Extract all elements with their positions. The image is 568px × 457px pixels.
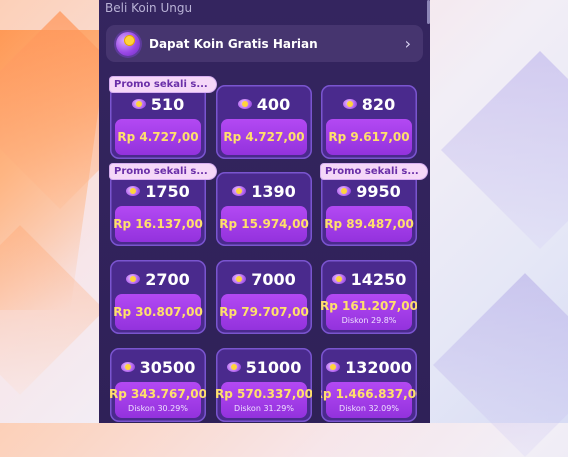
- coin-amount-value: 51000: [245, 357, 302, 377]
- price-button[interactable]: Rp 4.727,00: [221, 119, 307, 155]
- coin-package-card[interactable]: 2700 Rp 30.807,00: [110, 260, 206, 334]
- coin-amount: 51000: [216, 354, 312, 380]
- price-button[interactable]: Rp 9.617,00: [326, 119, 412, 155]
- coin-package-card[interactable]: 51000 Rp 570.337,00 Diskon 31.29%: [216, 348, 312, 422]
- price-button[interactable]: Rp 79.707,00: [219, 294, 309, 330]
- coin-package-card[interactable]: 9950 Rp 89.487,00: [321, 172, 417, 246]
- purple-coin-icon: [326, 362, 341, 372]
- coin-amount-value: 400: [256, 94, 291, 114]
- coin-amount-value: 14250: [350, 269, 407, 289]
- price-label: Rp 79.707,00: [219, 305, 309, 319]
- price-label: Rp 9.617,00: [328, 130, 410, 144]
- purple-coin-icon: [232, 274, 247, 284]
- price-button[interactable]: Rp 16.137,00: [113, 206, 203, 242]
- purple-coin-icon: [126, 274, 141, 284]
- coin-amount-value: 132000: [345, 357, 412, 377]
- price-label: Rp 343.767,00: [110, 387, 206, 401]
- promo-tag: Promo sekali s...: [321, 164, 427, 179]
- purple-coin-icon: [232, 186, 247, 196]
- discount-label: Diskon 31.29%: [234, 404, 294, 413]
- section-title: Beli Koin Ungu: [105, 1, 193, 15]
- coin-amount-value: 1390: [251, 181, 296, 201]
- coin-amount: 510: [110, 91, 206, 117]
- coin-amount: 9950: [321, 178, 417, 204]
- coin-amount: 14250: [321, 266, 417, 292]
- coin-amount-value: 30500: [139, 357, 196, 377]
- promo-tag: Promo sekali s...: [110, 77, 216, 92]
- discount-label: Diskon 32.09%: [339, 404, 399, 413]
- coin-amount-value: 9950: [356, 181, 401, 201]
- coin-package-card[interactable]: 1750 Rp 16.137,00: [110, 172, 206, 246]
- coin-amount: 132000: [321, 354, 417, 380]
- price-label: Rp 1.466.837,00: [321, 387, 417, 401]
- daily-free-coins-banner[interactable]: Dapat Koin Gratis Harian ›: [106, 25, 423, 62]
- price-button[interactable]: Rp 89.487,00: [324, 206, 414, 242]
- price-button[interactable]: Rp 30.807,00: [113, 294, 203, 330]
- banner-label: Dapat Koin Gratis Harian: [149, 36, 318, 51]
- price-button[interactable]: Rp 343.767,00 Diskon 30.29%: [110, 382, 206, 418]
- coin-amount: 30500: [110, 354, 206, 380]
- coin-amount: 1390: [216, 178, 312, 204]
- coin-amount-value: 820: [361, 94, 396, 114]
- purple-coin-icon: [237, 99, 252, 109]
- coin-amount-value: 510: [150, 94, 185, 114]
- price-button[interactable]: Rp 15.974,00: [219, 206, 309, 242]
- discount-label: Diskon 29.8%: [341, 316, 397, 325]
- coin-amount: 1750: [110, 178, 206, 204]
- price-label: Rp 16.137,00: [113, 217, 203, 231]
- price-label: Rp 30.807,00: [113, 305, 203, 319]
- coin-amount: 7000: [216, 266, 312, 292]
- price-label: Rp 4.727,00: [223, 130, 305, 144]
- purple-coin-icon: [120, 362, 135, 372]
- coin-amount: 820: [321, 91, 417, 117]
- purple-coin-icon: [226, 362, 241, 372]
- coin-package-card[interactable]: 820 Rp 9.617,00: [321, 85, 417, 159]
- price-button[interactable]: Rp 4.727,00: [115, 119, 201, 155]
- coin-amount-value: 1750: [145, 181, 190, 201]
- purple-coin-icon: [126, 186, 141, 196]
- chevron-right-icon: ›: [404, 34, 411, 53]
- coin-package-card[interactable]: 30500 Rp 343.767,00 Diskon 30.29%: [110, 348, 206, 422]
- coin-package-card[interactable]: 510 Rp 4.727,00: [110, 85, 206, 159]
- price-button[interactable]: Rp 1.466.837,00 Diskon 32.09%: [321, 382, 417, 418]
- price-button[interactable]: Rp 570.337,00 Diskon 31.29%: [216, 382, 312, 418]
- purple-coin-icon: [337, 186, 352, 196]
- price-label: Rp 4.727,00: [117, 130, 199, 144]
- background-diamond: [433, 273, 568, 457]
- coin-gift-icon: [116, 31, 140, 56]
- coin-package-card[interactable]: 400 Rp 4.727,00: [216, 85, 312, 159]
- coin-amount: 2700: [110, 266, 206, 292]
- coin-package-card[interactable]: 14250 Rp 161.207,00 Diskon 29.8%: [321, 260, 417, 334]
- purple-coin-icon: [331, 274, 346, 284]
- price-label: Rp 161.207,00: [321, 299, 417, 313]
- purple-coin-icon: [131, 99, 146, 109]
- price-label: Rp 89.487,00: [324, 217, 414, 231]
- background-diamond: [441, 51, 568, 249]
- coin-package-card[interactable]: 132000 Rp 1.466.837,00 Diskon 32.09%: [321, 348, 417, 422]
- purple-coin-icon: [342, 99, 357, 109]
- price-label: Rp 570.337,00: [216, 387, 312, 401]
- price-button[interactable]: Rp 161.207,00 Diskon 29.8%: [321, 294, 417, 330]
- discount-label: Diskon 30.29%: [128, 404, 188, 413]
- scrollbar[interactable]: [427, 0, 430, 24]
- coin-shop-panel: Beli Koin Ungu Dapat Koin Gratis Harian …: [99, 0, 430, 423]
- coin-amount-value: 7000: [251, 269, 296, 289]
- coin-amount-value: 2700: [145, 269, 190, 289]
- promo-tag: Promo sekali s...: [110, 164, 216, 179]
- coin-amount: 400: [216, 91, 312, 117]
- price-label: Rp 15.974,00: [219, 217, 309, 231]
- coin-package-card[interactable]: 7000 Rp 79.707,00: [216, 260, 312, 334]
- coin-package-card[interactable]: 1390 Rp 15.974,00: [216, 172, 312, 246]
